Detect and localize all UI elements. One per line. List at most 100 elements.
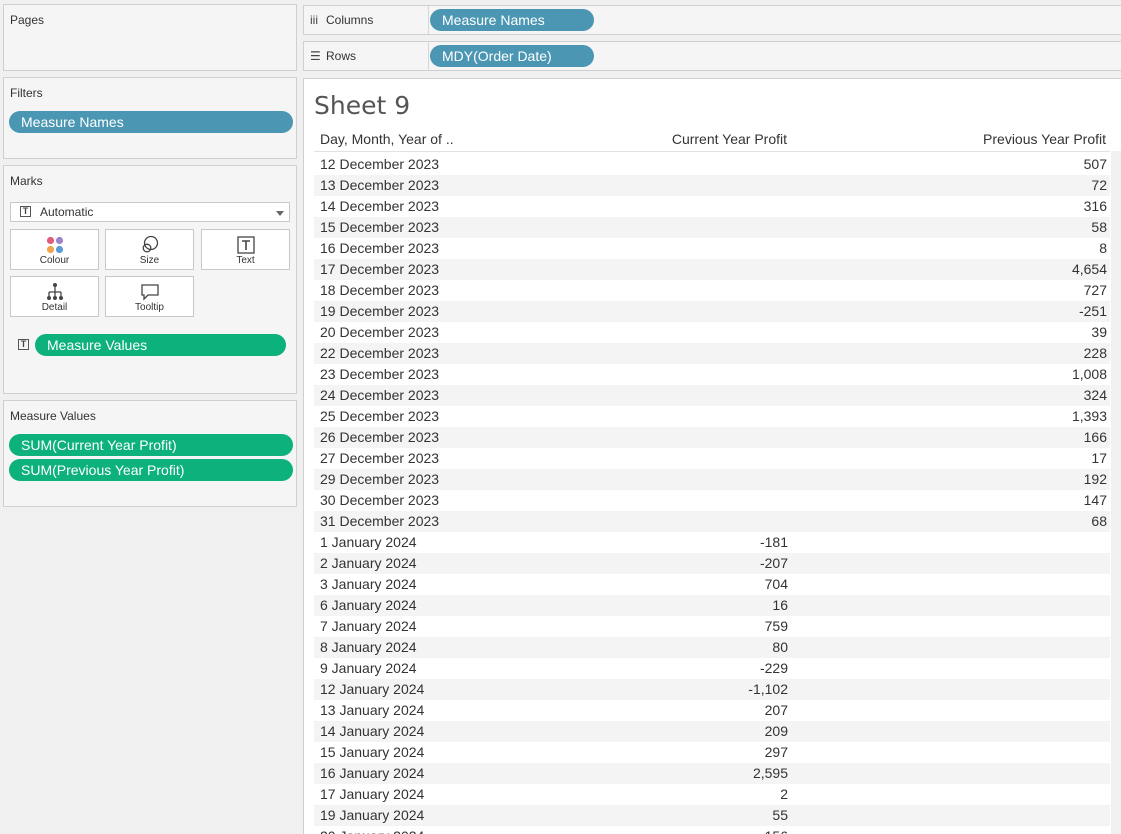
table-row[interactable]: 24 December 2023 324 [314, 385, 1110, 406]
row-current-profit-cell: 759 [764, 618, 788, 634]
row-date-cell: 18 December 2023 [320, 282, 440, 298]
header-current-year-profit[interactable]: Current Year Profit [672, 131, 787, 147]
columns-pill-measure-names[interactable]: Measure Names [430, 9, 594, 31]
rows-shelf[interactable]: ☰ Rows MDY(Order Date) [303, 41, 1121, 71]
size-icon [106, 235, 193, 255]
table-row[interactable]: 20 January 2024 156 [314, 826, 1110, 834]
row-date-cell: 14 January 2024 [320, 723, 425, 739]
row-previous-profit-cell: 58 [1091, 219, 1107, 235]
table-row[interactable]: 27 December 2023 17 [314, 448, 1110, 469]
table-row[interactable]: 31 December 2023 68 [314, 511, 1110, 532]
table-row[interactable]: 16 December 2023 8 [314, 238, 1110, 259]
row-date-cell: 14 December 2023 [320, 198, 440, 214]
table-row[interactable]: 12 January 2024 -1,102 [314, 679, 1110, 700]
row-date-cell: 17 January 2024 [320, 786, 425, 802]
table-row[interactable]: 14 January 2024 209 [314, 721, 1110, 742]
mark-type-dropdown[interactable]: T Automatic [10, 202, 290, 222]
table-row[interactable]: 13 January 2024 207 [314, 700, 1110, 721]
row-date-cell: 20 January 2024 [320, 826, 424, 834]
row-date-cell: 3 January 2024 [320, 576, 417, 592]
row-previous-profit-cell: 17 [1091, 450, 1107, 466]
header-previous-year-profit[interactable]: Previous Year Profit [983, 131, 1106, 147]
size-button[interactable]: Size [105, 229, 194, 270]
rows-pill-order-date[interactable]: MDY(Order Date) [430, 45, 594, 67]
tooltip-label: Tooltip [135, 302, 164, 313]
row-date-cell: 1 January 2024 [320, 534, 417, 550]
shelf-divider [428, 42, 429, 70]
header-date[interactable]: Day, Month, Year of .. [320, 131, 454, 147]
shelf-divider [428, 6, 429, 34]
row-previous-profit-cell: 192 [1083, 471, 1107, 487]
table-row[interactable]: 20 December 2023 39 [314, 322, 1110, 343]
row-previous-profit-cell: 507 [1083, 156, 1107, 172]
detail-button[interactable]: Detail [10, 276, 99, 317]
rows-icon: ☰ [310, 49, 321, 63]
table-row[interactable]: 13 December 2023 72 [314, 175, 1110, 196]
table-row[interactable]: 16 January 2024 2,595 [314, 763, 1110, 784]
table-row[interactable]: 7 January 2024 759 [314, 616, 1110, 637]
row-date-cell: 12 January 2024 [320, 681, 425, 697]
row-date-cell: 23 December 2023 [320, 366, 440, 382]
row-current-profit-cell: 80 [772, 639, 788, 655]
table-row[interactable]: 29 December 2023 192 [314, 469, 1110, 490]
row-current-profit-cell: -229 [759, 660, 788, 676]
table-row[interactable]: 12 December 2023 507 [314, 154, 1110, 175]
row-date-cell: 25 December 2023 [320, 408, 440, 424]
columns-shelf[interactable]: iii Columns Measure Names [303, 5, 1121, 35]
columns-shelf-label: iii Columns [310, 6, 373, 34]
measure-pill-current-year-profit[interactable]: SUM(Current Year Profit) [9, 434, 293, 456]
row-date-cell: 20 December 2023 [320, 324, 440, 340]
marks-title: Marks [10, 174, 43, 188]
table-row[interactable]: 22 December 2023 228 [314, 343, 1110, 364]
row-previous-profit-cell: 316 [1083, 198, 1107, 214]
row-previous-profit-cell: 4,654 [1071, 261, 1107, 277]
worksheet-view[interactable]: Sheet 9 Day, Month, Year of .. Current Y… [303, 78, 1121, 834]
table-row[interactable]: 23 December 2023 1,008 [314, 364, 1110, 385]
table-row[interactable]: 8 January 2024 80 [314, 637, 1110, 658]
filter-pill-measure-names[interactable]: Measure Names [9, 111, 293, 133]
colour-button[interactable]: Colour [10, 229, 99, 270]
marks-pill-measure-values[interactable]: Measure Values [35, 334, 286, 356]
pages-title: Pages [10, 13, 45, 27]
row-current-profit-cell: -181 [759, 534, 788, 550]
table-row[interactable]: 1 January 2024 -181 [314, 532, 1110, 553]
measure-pill-previous-year-profit[interactable]: SUM(Previous Year Profit) [9, 459, 293, 481]
table-row[interactable]: 2 January 2024 -207 [314, 553, 1110, 574]
row-date-cell: 16 December 2023 [320, 240, 440, 256]
table-row[interactable]: 26 December 2023 166 [314, 427, 1110, 448]
row-date-cell: 24 December 2023 [320, 387, 440, 403]
row-date-cell: 9 January 2024 [320, 660, 417, 676]
detail-label: Detail [41, 302, 68, 313]
table-row[interactable]: 14 December 2023 316 [314, 196, 1110, 217]
table-row[interactable]: 25 December 2023 1,393 [314, 406, 1110, 427]
table-row[interactable]: 19 January 2024 55 [314, 805, 1110, 826]
pages-card: Pages [3, 4, 297, 71]
filters-title: Filters [10, 86, 43, 100]
table-row[interactable]: 17 December 2023 4,654 [314, 259, 1110, 280]
table-row[interactable]: 15 January 2024 297 [314, 742, 1110, 763]
row-current-profit-cell: 156 [765, 826, 788, 834]
tooltip-button[interactable]: Tooltip [105, 276, 194, 317]
table-row[interactable]: 9 January 2024 -229 [314, 658, 1110, 679]
row-date-cell: 16 January 2024 [320, 765, 425, 781]
table-row[interactable]: 6 January 2024 16 [314, 595, 1110, 616]
row-current-profit-cell: 16 [772, 597, 788, 613]
detail-icon [11, 282, 98, 302]
vertical-scrollbar[interactable] [1111, 151, 1121, 834]
row-date-cell: 19 January 2024 [320, 807, 425, 823]
text-icon [202, 235, 289, 255]
table-row[interactable]: 19 December 2023 -251 [314, 301, 1110, 322]
table-row[interactable]: 15 December 2023 58 [314, 217, 1110, 238]
table-row[interactable]: 18 December 2023 727 [314, 280, 1110, 301]
table-row[interactable]: 30 December 2023 147 [314, 490, 1110, 511]
table-row[interactable]: 17 January 2024 2 [314, 784, 1110, 805]
row-date-cell: 15 January 2024 [320, 744, 425, 760]
measure-values-title: Measure Values [10, 409, 96, 423]
header-divider [314, 151, 1110, 152]
text-button[interactable]: Text [201, 229, 290, 270]
table-row[interactable]: 3 January 2024 704 [314, 574, 1110, 595]
row-current-profit-cell: -1,102 [748, 681, 788, 697]
table-body: 12 December 2023 507 13 December 2023 72 14 … [314, 154, 1110, 834]
row-date-cell: 22 December 2023 [320, 345, 440, 361]
row-date-cell: 13 December 2023 [320, 177, 440, 193]
